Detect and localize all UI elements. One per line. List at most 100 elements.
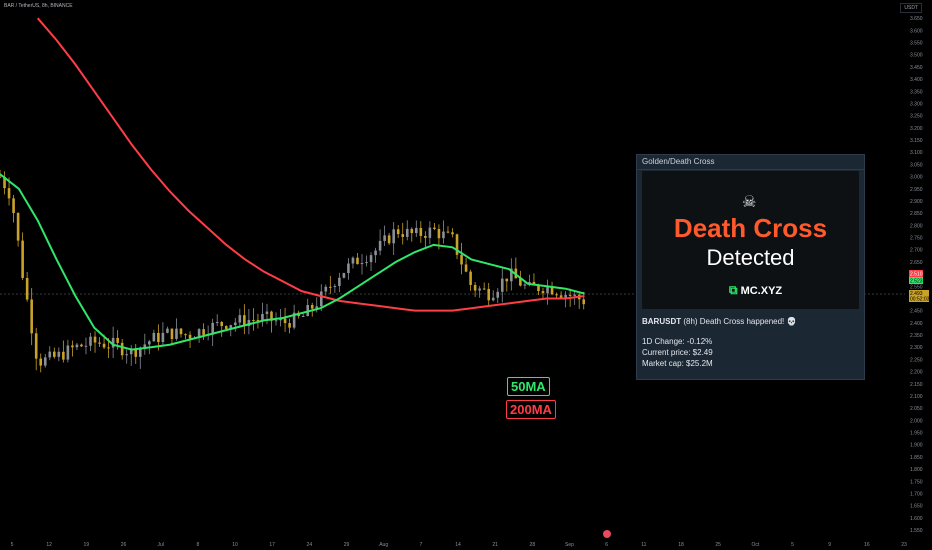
- candle-body: [369, 255, 373, 263]
- y-tick-label: 3.200: [910, 126, 923, 132]
- y-tick-label: 3.150: [910, 138, 923, 144]
- countdown-tag: 00:52:03: [910, 297, 930, 303]
- candle-body: [419, 227, 423, 236]
- candle-body: [523, 284, 527, 286]
- candle-body: [98, 342, 101, 344]
- candle-body: [224, 326, 228, 329]
- candle-body: [175, 328, 178, 339]
- candle-body: [0, 176, 2, 178]
- candle-body: [387, 235, 391, 244]
- candle-body: [568, 294, 572, 296]
- x-axis: 5 12 19 26 Jul 8 10 17 24 29 Aug 7 14 21 28 Sep 6 11 18 25 O…: [11, 542, 907, 548]
- y-tick-label: 2.200: [910, 370, 923, 376]
- y-tick-label: 3.550: [910, 41, 923, 47]
- candle-body: [555, 294, 558, 296]
- card-header: Golden/Death Cross: [637, 155, 864, 170]
- candle-body: [374, 250, 377, 256]
- y-tick-label: 3.300: [910, 101, 923, 107]
- candle-body: [238, 315, 242, 323]
- y-tick-label: 2.900: [910, 199, 923, 205]
- y-tick-label: 3.450: [910, 65, 923, 71]
- card-text: BARUSDT (8h) Death Cross happened! 💀 1D …: [642, 316, 860, 369]
- candle-body: [478, 288, 481, 291]
- candle-body: [166, 328, 169, 333]
- candle-body: [496, 291, 500, 298]
- candle-body: [234, 322, 237, 326]
- candle-body: [342, 273, 346, 278]
- candle-body: [446, 231, 450, 233]
- candle-body: [310, 305, 314, 309]
- candle-body: [451, 232, 454, 235]
- y-tick-label: 3.050: [910, 162, 923, 168]
- candle-body: [274, 320, 278, 322]
- candle-body: [261, 313, 264, 320]
- y-tick-label: 2.350: [910, 333, 923, 339]
- candle-body: [265, 311, 269, 314]
- candle-body: [410, 228, 414, 234]
- candle-body: [360, 262, 364, 265]
- candle-body: [505, 278, 509, 282]
- candle-body: [25, 277, 29, 300]
- candle-body: [469, 271, 472, 285]
- candle-body: [460, 254, 463, 265]
- y-tick-label: 1.650: [910, 504, 923, 510]
- y-tick-label: 3.250: [910, 114, 923, 120]
- candle-body: [401, 234, 405, 237]
- candle-body: [252, 319, 255, 321]
- y-tick-label: 3.100: [910, 150, 923, 156]
- alert-card: Golden/Death Cross ☠ Death Cross Detecte…: [636, 154, 865, 380]
- y-tick-label: 3.000: [910, 175, 923, 181]
- x-tick-label: 7: [419, 542, 422, 548]
- y-tick-label: 2.850: [910, 211, 923, 217]
- candle-body: [84, 345, 88, 347]
- candle-body: [378, 240, 382, 251]
- candle-body: [324, 286, 328, 292]
- y-tick-label: 2.050: [910, 406, 923, 412]
- y-tick-label: 2.100: [910, 394, 923, 400]
- candle-body: [170, 328, 174, 339]
- candle-body: [338, 277, 341, 287]
- y-tick-label: 2.950: [910, 187, 923, 193]
- candle-body: [71, 345, 74, 348]
- mcap-text: Market cap: $25.2M: [642, 359, 713, 368]
- candle-body: [415, 227, 418, 234]
- candle-body: [396, 229, 400, 235]
- candle-body: [116, 337, 119, 343]
- x-tick-label: 12: [46, 542, 52, 548]
- y-tick-label: 1.600: [910, 516, 923, 522]
- candle-body: [93, 336, 97, 343]
- candle-body: [21, 240, 24, 278]
- candle-body: [487, 288, 490, 301]
- price-text: Current price: $2.49: [642, 348, 713, 357]
- candle-body: [491, 297, 495, 301]
- x-tick-label: 18: [678, 542, 684, 548]
- candle-body: [202, 329, 205, 335]
- y-tick-label: 2.550: [910, 284, 923, 290]
- symbol-label: BAR / TetherUS, 8h, BINANCE: [4, 3, 73, 9]
- y-tick-label: 2.000: [910, 418, 923, 424]
- y-tick-label: 2.700: [910, 248, 923, 254]
- candle-body: [66, 345, 70, 360]
- y-tick-label: 1.950: [910, 431, 923, 437]
- candle-body: [356, 257, 359, 265]
- x-tick-label: 5: [11, 542, 14, 548]
- x-tick-label: 24: [307, 542, 313, 548]
- x-tick-label: Jul: [157, 542, 163, 548]
- y-tick-label: 2.800: [910, 223, 923, 229]
- x-tick-label: 11: [641, 542, 646, 548]
- candle-body: [220, 322, 224, 327]
- death-cross-title: Death Cross: [673, 213, 828, 243]
- y-tick-label: 1.750: [910, 479, 923, 485]
- candles: [0, 169, 586, 373]
- candle-body: [329, 286, 332, 288]
- y-tick-label: 3.650: [910, 16, 923, 22]
- candle-body: [161, 332, 165, 343]
- candle-body: [179, 328, 183, 335]
- x-tick-label: 17: [269, 542, 275, 548]
- candle-body: [89, 336, 92, 346]
- x-tick-label: 16: [864, 542, 870, 548]
- candle-body: [405, 228, 409, 237]
- y-tick-label: 1.550: [910, 528, 923, 534]
- y-tick-label: 3.350: [910, 89, 923, 95]
- candle-body: [43, 357, 47, 366]
